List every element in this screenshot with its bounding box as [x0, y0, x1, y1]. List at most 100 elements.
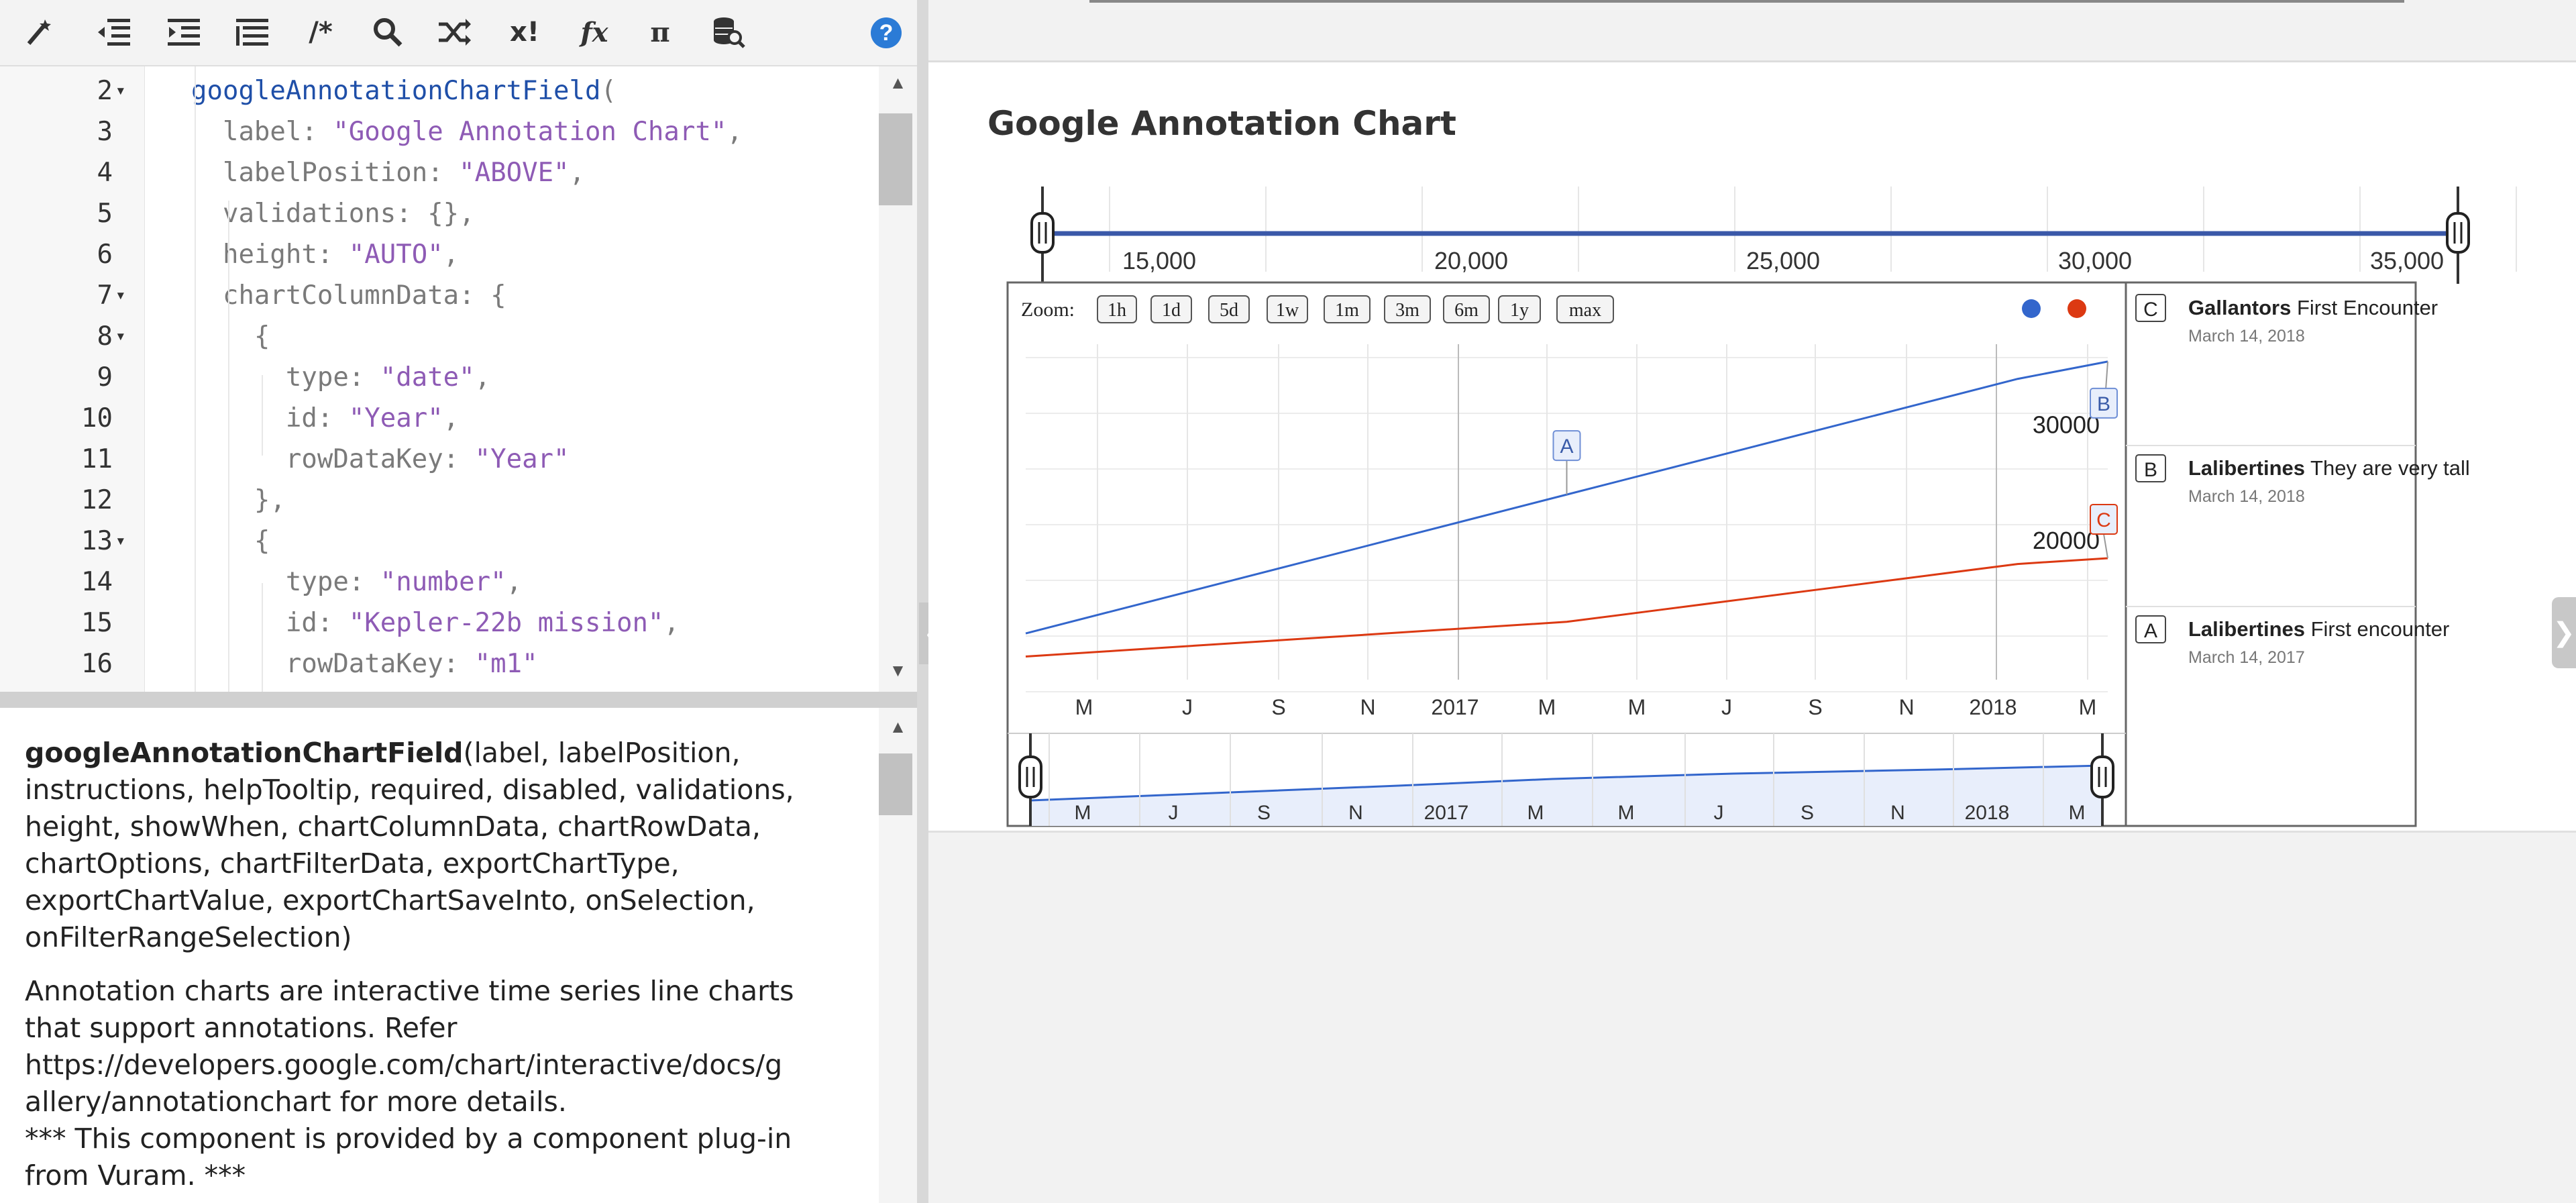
x-tick-label: N: [1898, 695, 1914, 719]
code-line[interactable]: 7 ▾ chartColumnData: {: [0, 275, 879, 316]
code-scrollbar[interactable]: ▲ ▼: [879, 66, 917, 692]
code-line[interactable]: 6 height: "AUTO",: [0, 234, 879, 275]
scroll-down-icon[interactable]: ▼: [879, 657, 917, 684]
annotation-flag-label: B: [2097, 393, 2110, 415]
code-line[interactable]: 12 },: [0, 480, 879, 521]
zoom-button-label: 1m: [1335, 300, 1359, 321]
code-line[interactable]: 14 type: "number",: [0, 562, 879, 603]
pi-icon[interactable]: π: [640, 13, 680, 51]
line-number: 14: [81, 567, 113, 597]
code-line[interactable]: 15 id: "Kepler-22b mission",: [0, 603, 879, 643]
navigator-tick-label: M: [1618, 802, 1635, 824]
y-tick-label: 30000: [2033, 411, 2100, 439]
code-line[interactable]: 13 ▾ {: [0, 521, 879, 562]
doc-scrollbar[interactable]: ▲: [879, 708, 917, 1203]
navigator-handle-icon[interactable]: [1018, 755, 1042, 798]
code-editor[interactable]: 2 ▾ googleAnnotationChartField(3 label: "G…: [0, 66, 917, 692]
expression-icon[interactable]: x!: [504, 13, 545, 51]
line-number: 10: [81, 403, 113, 433]
annotation-chart[interactable]: 15,000 20,000 25,000 30,000 35,000 Zoom: 1h 1d 5…: [928, 62, 2576, 831]
search-icon[interactable]: [368, 13, 408, 51]
line-number: 7: [97, 280, 113, 311]
zoom-button-label: 3m: [1395, 300, 1419, 321]
description-line: allery/annotationchart for more details.: [25, 1086, 567, 1118]
range-tick-label: 25,000: [1746, 247, 1820, 274]
scroll-up-icon[interactable]: ▲: [879, 713, 917, 740]
legend-dot-blue: [2022, 299, 2041, 318]
zoom-button-label: 1y: [1510, 300, 1529, 321]
annotation-title[interactable]: Lalibertines They are very tall: [2188, 456, 2470, 480]
code-line[interactable]: 9 type: "date",: [0, 357, 879, 398]
annotation-flag-label: C: [2096, 509, 2111, 531]
code-line[interactable]: 8 ▾ {: [0, 316, 879, 357]
navigator-tick-label: M: [1527, 802, 1544, 824]
magic-wand-icon[interactable]: [19, 13, 59, 51]
fold-toggle-icon[interactable]: ▾: [115, 521, 126, 562]
range-tick-label: 35,000: [2370, 247, 2444, 274]
annotation-title[interactable]: Gallantors First Encounter: [2188, 296, 2438, 319]
navigator-handle-icon[interactable]: [2090, 755, 2114, 798]
shuffle-icon[interactable]: [435, 13, 475, 51]
function-signature: googleAnnotationChartField(label, labelP…: [25, 735, 863, 956]
code-line[interactable]: 5 validations: {},: [0, 193, 879, 234]
zoom-button-label: 5d: [1220, 300, 1238, 321]
zoom-button-label: max: [1569, 300, 1601, 321]
outdent-icon[interactable]: [94, 13, 134, 51]
database-search-icon[interactable]: [708, 13, 749, 51]
navigator-tick-label: 2017: [1424, 802, 1469, 824]
x-tick-label: M: [2079, 695, 2097, 719]
pane-divider[interactable]: [917, 0, 928, 1203]
line-number: 4: [97, 158, 113, 188]
annotation-date: March 14, 2018: [2188, 327, 2305, 346]
navigator-tick-label: N: [1348, 802, 1363, 824]
scroll-up-icon[interactable]: ▲: [879, 69, 917, 96]
code-line[interactable]: 10 id: "Year",: [0, 398, 879, 439]
indent-guide: [228, 201, 229, 692]
code-line[interactable]: 3 label: "Google Annotation Chart",: [0, 111, 879, 152]
description-line: https://developers.google.com/chart/inte…: [25, 1049, 783, 1081]
fold-toggle-icon[interactable]: ▾: [115, 275, 126, 316]
editor-doc-splitter[interactable]: [0, 692, 917, 708]
code-line[interactable]: 11 rowDataKey: "Year": [0, 439, 879, 480]
code-line[interactable]: 4 labelPosition: "ABOVE",: [0, 152, 879, 193]
code-text: googleAnnotationChartField(: [191, 76, 616, 106]
scrollbar-thumb[interactable]: [879, 113, 912, 205]
code-line[interactable]: 16 rowDataKey: "m1": [0, 643, 879, 684]
line-number: 5: [97, 199, 113, 229]
fold-toggle-icon[interactable]: ▾: [115, 70, 126, 111]
format-list-icon[interactable]: [232, 13, 272, 51]
navigator-tick-label: N: [1890, 802, 1905, 824]
line-number: 3: [97, 117, 113, 147]
annotation-title[interactable]: Lalibertines First encounter: [2188, 617, 2449, 641]
code-text: type: "date",: [191, 362, 491, 393]
x-tick-label: J: [1182, 695, 1193, 719]
chart-card: Google Annotation Chart 15,000 20,000 25,0…: [928, 62, 2576, 833]
scrollbar-thumb[interactable]: [879, 753, 912, 815]
line-number: 6: [97, 240, 113, 270]
code-text: id: "Year",: [191, 403, 460, 433]
navigator-tick-label: J: [1714, 802, 1724, 824]
range-tick-label: 15,000: [1122, 247, 1196, 274]
x-tick-label: N: [1360, 695, 1375, 719]
code-line[interactable]: 2 ▾ googleAnnotationChartField(: [0, 70, 879, 111]
description-line: from Vuram. ***: [25, 1159, 246, 1192]
code-text: },: [191, 485, 286, 515]
fold-toggle-icon[interactable]: ▾: [115, 316, 126, 357]
x-tick-label: M: [1075, 695, 1093, 719]
line-number: 9: [97, 362, 113, 393]
navigator-tick-label: M: [1075, 802, 1091, 824]
range-tick-label: 20,000: [1434, 247, 1508, 274]
description-line: Annotation charts are interactive time s…: [25, 975, 794, 1007]
zoom-button-label: 1h: [1108, 300, 1126, 321]
help-icon[interactable]: ?: [871, 17, 902, 48]
indent-icon[interactable]: [164, 13, 204, 51]
expand-right-icon[interactable]: ❯: [2552, 597, 2576, 668]
line-number: 13: [81, 526, 113, 556]
code-text: {: [191, 526, 270, 556]
annotation-letter: C: [2143, 299, 2158, 321]
function-icon[interactable]: fx: [574, 13, 614, 51]
x-tick-label: S: [1808, 695, 1822, 719]
line-number: 12: [81, 485, 113, 515]
comment-icon[interactable]: /*: [301, 13, 341, 51]
annotation-date: March 14, 2017: [2188, 648, 2305, 667]
